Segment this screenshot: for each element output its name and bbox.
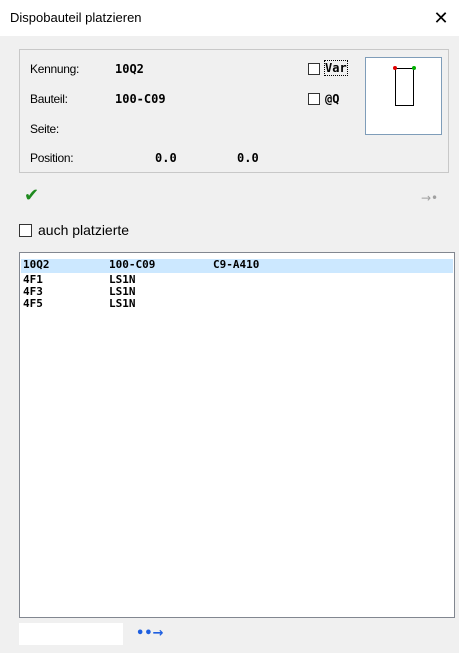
auch-platzierte-label[interactable]: auch platzierte bbox=[38, 222, 129, 238]
arrow-right-icon: ••→ bbox=[136, 626, 164, 641]
dialog-window: Dispobauteil platzieren ✕ Kennung: 10Q2 … bbox=[0, 0, 459, 653]
component-list[interactable]: 10Q2 100-C09 C9-A410 4F1 LS1N 4F3 LS1N 4… bbox=[19, 252, 455, 618]
close-icon: ✕ bbox=[433, 7, 449, 28]
seite-label: Seite: bbox=[30, 122, 59, 136]
list-cell-bauteil: 100-C09 bbox=[109, 258, 156, 271]
list-cell-kennung: 10Q2 bbox=[23, 258, 50, 271]
go-button[interactable]: ••→ bbox=[136, 626, 164, 641]
bauteil-value: 100-C09 bbox=[115, 92, 166, 106]
window-title: Dispobauteil platzieren bbox=[10, 10, 142, 25]
list-cell-kennung: 4F5 bbox=[23, 297, 43, 310]
title-bar: Dispobauteil platzieren ✕ bbox=[0, 0, 459, 36]
arrow-right-icon: →• bbox=[421, 191, 439, 205]
var-checkbox[interactable] bbox=[308, 63, 320, 75]
position-y-value: 0.0 bbox=[237, 151, 259, 165]
list-row[interactable]: 4F5 LS1N bbox=[21, 298, 453, 310]
kennung-value: 10Q2 bbox=[115, 62, 144, 76]
list-cell-extra: C9-A410 bbox=[213, 258, 260, 271]
symbol-preview bbox=[365, 57, 442, 135]
position-label: Position: bbox=[30, 151, 74, 165]
close-button[interactable]: ✕ bbox=[423, 0, 459, 36]
green-checkmark-icon: ✔ bbox=[24, 185, 40, 206]
connection-point-red-icon bbox=[393, 66, 397, 70]
kennung-label: Kennung: bbox=[30, 62, 79, 76]
connection-point-green-icon bbox=[412, 66, 416, 70]
atq-checkbox[interactable] bbox=[308, 93, 320, 105]
list-row[interactable]: 4F3 LS1N bbox=[21, 286, 453, 298]
place-ok-button[interactable]: ✔ bbox=[24, 186, 44, 206]
set-aside-button[interactable]: →• bbox=[421, 191, 438, 205]
component-rectangle-shape bbox=[395, 68, 414, 106]
atq-checkbox-label[interactable]: @Q bbox=[325, 92, 339, 106]
var-checkbox-label[interactable]: Var bbox=[324, 60, 348, 76]
search-input[interactable] bbox=[19, 623, 123, 645]
bauteil-label: Bauteil: bbox=[30, 92, 68, 106]
list-row[interactable]: 4F1 LS1N bbox=[21, 274, 453, 286]
list-cell-bauteil: LS1N bbox=[109, 297, 136, 310]
auch-platzierte-checkbox[interactable] bbox=[19, 224, 32, 237]
list-row[interactable]: 10Q2 100-C09 C9-A410 bbox=[21, 259, 453, 273]
position-x-value: 0.0 bbox=[155, 151, 177, 165]
